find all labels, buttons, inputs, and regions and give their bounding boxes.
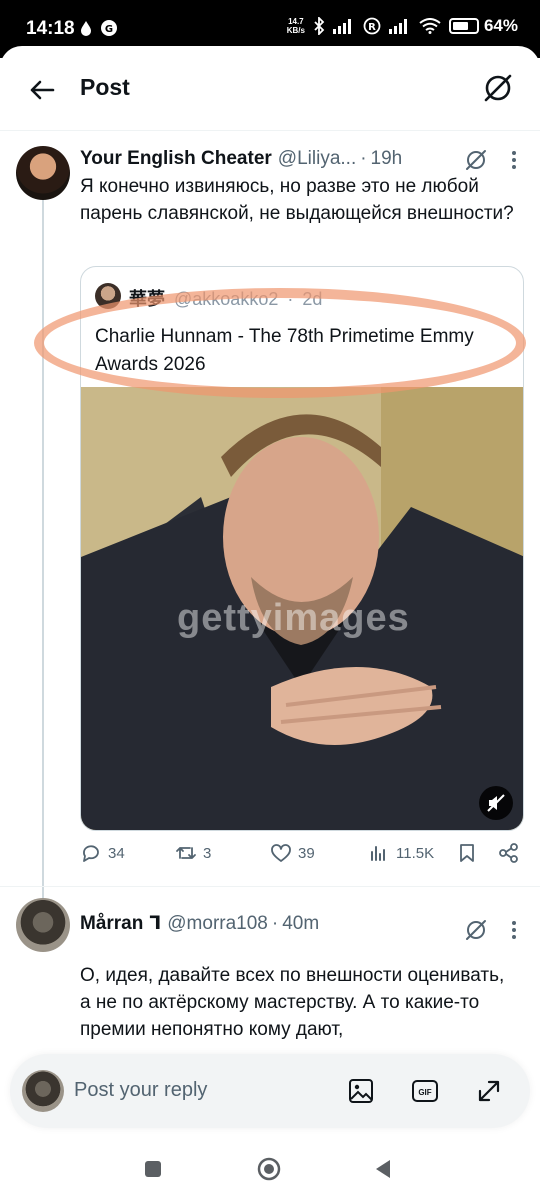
reply-composer[interactable]: Post your reply GIF — [10, 1054, 530, 1128]
author-name[interactable]: Mårran — [80, 913, 143, 935]
author-name[interactable]: Your English Cheater — [80, 148, 272, 170]
gif-icon[interactable]: GIF — [410, 1076, 440, 1106]
reply-count: 34 — [108, 844, 125, 862]
author-handle[interactable]: @morra108 — [167, 913, 268, 935]
roaming-icon: R — [363, 17, 381, 35]
status-right: 14.7 KB/s R 64% — [287, 16, 518, 36]
network-speed: 14.7 KB/s — [286, 17, 305, 35]
share-button[interactable] — [498, 842, 520, 864]
bluetooth-icon — [314, 17, 325, 35]
grok-icon[interactable] — [464, 918, 488, 942]
share-icon — [499, 843, 518, 863]
svg-text:G: G — [105, 24, 113, 35]
page-title: Post — [80, 74, 130, 100]
repost-count: 3 — [203, 844, 212, 862]
reply-icon — [83, 845, 99, 862]
bookmark-button[interactable] — [456, 842, 478, 864]
quoted-video[interactable]: gettyimages — [81, 387, 523, 830]
views-count: 11.5K — [396, 844, 435, 862]
svg-text:R: R — [368, 22, 376, 33]
quoted-handle: @akkoakko2 — [174, 289, 279, 309]
reply-button[interactable]: 34 — [80, 842, 125, 864]
app-notification-icon: G — [101, 20, 117, 36]
avatar[interactable] — [16, 898, 70, 952]
post-header: Your English Cheater @Liliya... · 19h — [80, 148, 402, 170]
expand-icon[interactable] — [474, 1076, 504, 1106]
views-icon — [371, 846, 385, 861]
post-header: Mårran ᒣ @morra108 · 40m — [80, 912, 319, 935]
separator: · — [271, 913, 279, 934]
back-arrow-icon[interactable] — [26, 74, 58, 106]
home-icon[interactable] — [256, 1156, 282, 1182]
grok-icon[interactable] — [482, 72, 514, 104]
grok-icon[interactable] — [464, 148, 488, 172]
post-text: Я конечно извиняюсь, но разве это не люб… — [80, 176, 514, 224]
media-watermark: gettyimages — [177, 597, 410, 639]
composer-avatar — [22, 1070, 64, 1112]
image-icon[interactable] — [346, 1076, 376, 1106]
recents-icon[interactable] — [140, 1156, 166, 1182]
like-count: 39 — [298, 844, 315, 862]
quoted-author-name: 華夢 — [129, 289, 165, 309]
quoted-text: Charlie Hunnam - The 78th Primetime Emmy… — [95, 326, 474, 375]
views-button[interactable]: 11.5K — [368, 842, 434, 864]
back-nav-icon[interactable] — [370, 1156, 396, 1182]
more-options-icon[interactable] — [510, 148, 518, 172]
battery: 64% — [448, 16, 518, 36]
separator: · — [287, 289, 294, 309]
thread-line — [42, 200, 44, 900]
post-time[interactable]: 19h — [371, 148, 403, 170]
repost-button[interactable]: 3 — [175, 842, 211, 864]
battery-level: 64% — [483, 16, 518, 35]
more-options-icon[interactable] — [510, 918, 518, 942]
wifi-icon — [419, 18, 441, 34]
divider — [0, 130, 540, 131]
status-time: 14:18 — [26, 18, 75, 39]
drop-icon — [81, 21, 91, 36]
like-button[interactable]: 39 — [270, 842, 315, 864]
heart-icon — [271, 844, 291, 862]
quoted-avatar — [95, 283, 121, 309]
signal-icon-2 — [388, 19, 407, 34]
quoted-post[interactable]: 華夢 @akkoakko2 · 2d Charlie Hunnam - The … — [80, 266, 524, 831]
svg-text:GIF: GIF — [418, 1088, 431, 1097]
repost-icon — [176, 847, 196, 859]
author-name-suffix: ᒣ — [149, 913, 162, 934]
post-text: О, идея, давайте всех по внешности оцени… — [80, 965, 505, 1040]
author-handle[interactable]: @Liliya... — [278, 148, 356, 170]
quoted-header: 華夢 @akkoakko2 · 2d — [129, 285, 322, 311]
separator: · — [360, 148, 367, 169]
action-bar: 34 3 39 11.5K — [80, 842, 525, 872]
post-time[interactable]: 40m — [282, 913, 319, 935]
signal-icon — [332, 19, 351, 34]
mute-icon[interactable] — [479, 786, 513, 820]
battery-icon — [448, 18, 479, 34]
divider — [0, 886, 540, 887]
avatar[interactable] — [16, 146, 70, 200]
bookmark-icon — [460, 844, 474, 862]
top-bar: Post — [0, 46, 540, 130]
navigation-bar — [0, 1136, 540, 1200]
quoted-time: 2d — [302, 289, 323, 309]
reply-input[interactable]: Post your reply — [74, 1079, 207, 1102]
status-left-icons: G — [80, 19, 118, 37]
